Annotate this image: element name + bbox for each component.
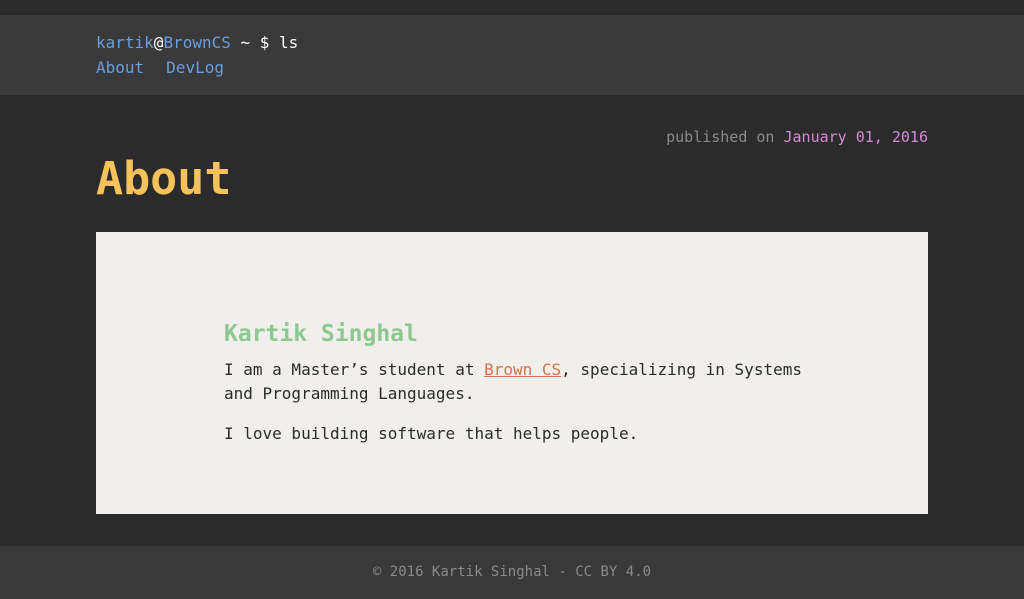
site-prompt[interactable]: kartik@BrownCS ~ $ ls [96, 33, 298, 53]
site-header: kartik@BrownCS ~ $ ls About DevLog [0, 15, 1024, 95]
nav-about-link[interactable]: About [96, 58, 144, 77]
brown-cs-link[interactable]: Brown CS [484, 360, 561, 379]
prompt-host[interactable]: BrownCS [163, 33, 230, 52]
love-paragraph: I love building software that helps peop… [224, 424, 639, 443]
published-date: January 01, 2016 [783, 128, 929, 146]
prompt-user[interactable]: kartik [96, 33, 154, 52]
intro-text-before: I am a Master’s student at [224, 360, 485, 379]
nav-devlog-link[interactable]: DevLog [166, 58, 224, 77]
author-name: Kartik Singhal [224, 321, 418, 347]
published-info: published on January 01, 2016 [666, 127, 928, 147]
prompt-command: ~ $ ls [230, 33, 299, 52]
site-nav: About DevLog [96, 58, 246, 78]
content-card: Kartik Singhal I am a Master’s student a… [96, 232, 928, 514]
published-prefix: published on [666, 128, 784, 146]
content-body: Kartik Singhal I am a Master’s student a… [224, 319, 814, 446]
prompt-at: @ [153, 33, 164, 52]
intro-paragraph: I am a Master’s student at Brown CS, spe… [224, 358, 814, 406]
footer-text: © 2016 Kartik Singhal - CC BY 4.0 [372, 564, 652, 580]
top-strip [0, 0, 1024, 15]
page-title: About [96, 152, 232, 205]
site-footer: © 2016 Kartik Singhal - CC BY 4.0 [0, 546, 1024, 599]
